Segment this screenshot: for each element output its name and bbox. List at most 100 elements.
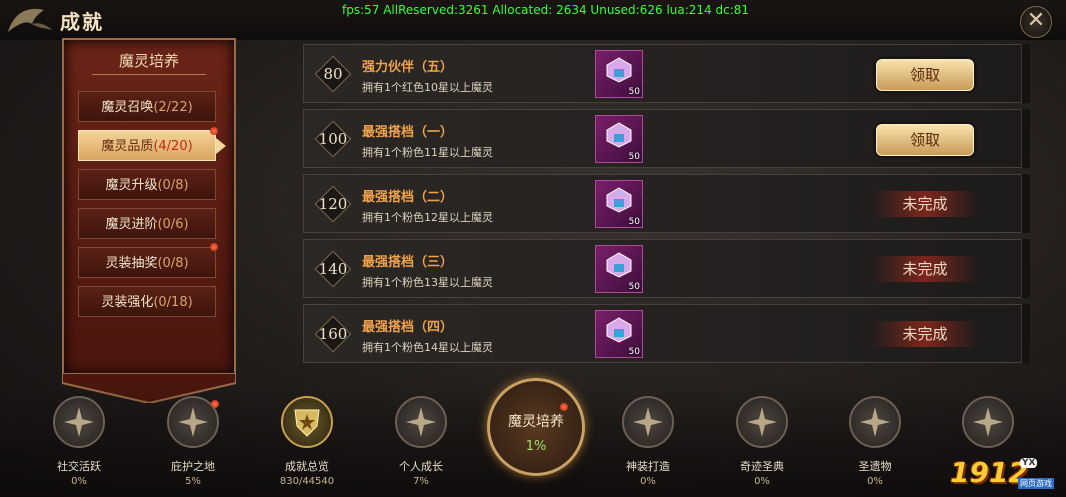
sidebar-item-count: (0/8)	[157, 178, 189, 193]
debug-overlay: fps:57 AllReserved:3261 Allocated: 2634 …	[342, 3, 750, 17]
points-value: 160	[318, 325, 348, 343]
row-end-cap	[1021, 304, 1030, 363]
achievement-title: 最强搭档（一）	[362, 125, 454, 140]
reward-item[interactable]: 50	[595, 245, 643, 293]
points-value: 100	[318, 130, 348, 148]
category-label: 圣遗物	[858, 460, 892, 473]
claim-button[interactable]: 领取	[876, 59, 974, 91]
sidebar-item-levelup[interactable]: 魔灵升级(0/8)	[78, 169, 216, 200]
notification-dot	[210, 243, 218, 251]
row-end-cap	[1021, 109, 1030, 168]
star-medal-icon	[395, 396, 447, 448]
notification-dot	[210, 127, 218, 135]
row-end-cap	[1021, 239, 1030, 298]
achievement-desc: 拥有1个粉色12星以上魔灵	[362, 211, 493, 224]
row-end-cap	[1021, 44, 1030, 103]
points-value: 80	[323, 65, 343, 83]
trophy-shield-icon	[281, 396, 333, 448]
row-end-cap	[1021, 174, 1030, 233]
points-value: 140	[318, 260, 348, 278]
star-medal-icon	[962, 396, 1014, 448]
incomplete-status: 未完成	[872, 256, 978, 282]
incomplete-status: 未完成	[872, 321, 978, 347]
sidebar-item-count: (0/18)	[153, 295, 193, 310]
crystal-chest-icon	[606, 317, 632, 343]
crystal-chest-icon	[606, 187, 632, 213]
achievement-desc: 拥有1个粉色13星以上魔灵	[362, 276, 493, 289]
achievement-title: 最强搭档（四）	[362, 320, 454, 335]
close-icon: ✕	[1026, 8, 1046, 33]
sidebar-item-gear-lottery[interactable]: 灵装抽奖(0/8)	[78, 247, 216, 278]
notification-dot	[211, 400, 219, 408]
sidebar-item-label: 魔灵进阶	[105, 217, 158, 232]
claim-button[interactable]: 领取	[876, 124, 974, 156]
reward-item[interactable]: 50	[595, 115, 643, 163]
category-progress: 0%	[867, 476, 883, 487]
sidebar-item-label: 魔灵召唤	[101, 100, 154, 115]
sidebar-item-count: (0/8)	[157, 256, 189, 271]
achievement-desc: 拥有1个粉色11星以上魔灵	[362, 146, 493, 159]
crystal-chest-icon	[606, 57, 632, 83]
crystal-chest-icon	[606, 252, 632, 278]
reward-item[interactable]: 50	[595, 310, 643, 358]
achievement-title: 最强搭档（二）	[362, 190, 454, 205]
achievement-title: 最强搭档（三）	[362, 255, 454, 270]
reward-item[interactable]: 50	[595, 180, 643, 228]
watermark-number: 1912	[950, 456, 1028, 489]
sidebar-item-count: (4/20)	[153, 139, 193, 154]
watermark-sub: 网页游戏	[1018, 478, 1054, 489]
sidebar-item-count: (0/6)	[157, 217, 189, 232]
sidebar-item-label: 灵装抽奖	[105, 256, 158, 271]
active-category-progress: 1%	[525, 439, 547, 454]
points-badge: 80	[314, 55, 352, 93]
banner-title: 魔灵培养	[118, 52, 179, 70]
sidebar-item-label: 灵装强化	[101, 295, 154, 310]
category-progress: 7%	[413, 476, 429, 487]
achievement-desc: 拥有1个粉色14星以上魔灵	[362, 341, 493, 354]
reward-item[interactable]: 50	[595, 50, 643, 98]
category-label: 社交活跃	[57, 460, 101, 473]
star-medal-icon	[53, 396, 105, 448]
sidebar-item-count: (2/22)	[153, 100, 193, 115]
watermark-badge: YX	[1020, 458, 1038, 468]
watermark-logo: 1912 YX 网页游戏	[950, 456, 1062, 494]
achievement-row: 80 强力伙伴（五） 拥有1个红色10星以上魔灵 50 领取	[303, 44, 1029, 103]
star-medal-icon	[849, 396, 901, 448]
category-label: 神装打造	[626, 460, 670, 473]
selected-arrow-icon	[216, 138, 226, 154]
active-category-medal[interactable]: 魔灵培养 1%	[487, 378, 585, 476]
active-category-label: 魔灵培养	[508, 414, 564, 430]
page-title: 成就	[60, 10, 104, 34]
achievement-row: 120 最强搭档（二） 拥有1个粉色12星以上魔灵 50 未完成	[303, 174, 1029, 233]
points-badge: 140	[314, 250, 352, 288]
achievement-title: 强力伙伴（五）	[362, 60, 454, 75]
category-progress: 0%	[71, 476, 87, 487]
sidebar-item-label: 魔灵品质	[101, 139, 154, 154]
reward-qty: 50	[628, 87, 640, 97]
incomplete-status: 未完成	[872, 191, 978, 217]
points-value: 120	[318, 195, 348, 213]
points-badge: 160	[314, 315, 352, 353]
sidebar-item-gear-enhance[interactable]: 灵装强化(0/18)	[78, 286, 216, 317]
points-badge: 120	[314, 185, 352, 223]
star-medal-icon	[736, 396, 788, 448]
category-label: 庇护之地	[171, 460, 215, 473]
category-label: 个人成长	[399, 460, 443, 473]
close-button[interactable]: ✕	[1020, 6, 1052, 38]
category-label: 成就总览	[285, 460, 329, 473]
category-progress: 830/44540	[279, 476, 335, 487]
points-badge: 100	[314, 120, 352, 158]
notification-dot	[560, 403, 568, 411]
sidebar-item-quality[interactable]: 魔灵品质(4/20)	[78, 130, 216, 161]
reward-qty: 50	[628, 152, 640, 162]
category-progress: 5%	[185, 476, 201, 487]
achievement-desc: 拥有1个红色10星以上魔灵	[362, 81, 493, 94]
sidebar-item-summon[interactable]: 魔灵召唤(2/22)	[78, 91, 216, 122]
reward-qty: 50	[628, 282, 640, 292]
crystal-chest-icon	[606, 122, 632, 148]
reward-qty: 50	[628, 347, 640, 357]
dragon-emblem-icon	[8, 8, 52, 32]
achievement-row: 140 最强搭档（三） 拥有1个粉色13星以上魔灵 50 未完成	[303, 239, 1029, 298]
sidebar-item-advance[interactable]: 魔灵进阶(0/6)	[78, 208, 216, 239]
banner-divider	[92, 74, 206, 75]
